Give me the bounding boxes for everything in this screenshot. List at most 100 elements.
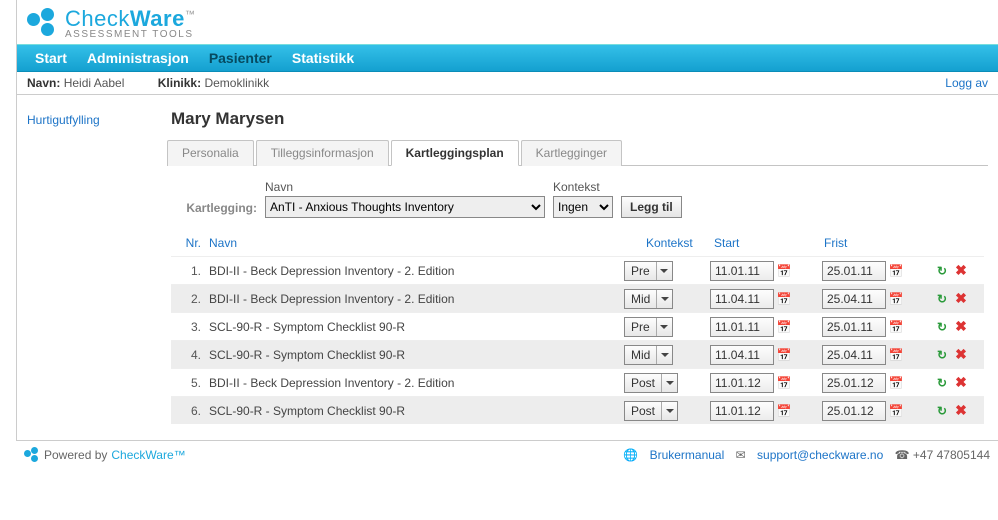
row-nr: 1.: [171, 264, 207, 278]
calendar-icon[interactable]: 📅: [776, 291, 792, 307]
row-start-input[interactable]: [710, 345, 774, 365]
row-end-input[interactable]: [822, 289, 886, 309]
row-name: BDI-II - Beck Depression Inventory - 2. …: [207, 264, 624, 278]
row-nr: 6.: [171, 404, 207, 418]
row-end-input[interactable]: [822, 345, 886, 365]
footer: Powered by CheckWare™ 🌐 Brukermanual ✉ s…: [16, 440, 998, 465]
table-row: 4.SCL-90-R - Symptom Checklist 90-RMid 📅 📅…: [171, 340, 984, 368]
kartlegging-label: Kartlegging:: [171, 201, 257, 218]
col-context-header[interactable]: Kontekst: [646, 236, 714, 250]
globe-icon: 🌐: [623, 448, 638, 462]
delete-icon[interactable]: ✖: [953, 403, 969, 419]
tab-kartlegginger[interactable]: Kartlegginger: [521, 140, 622, 166]
footer-brand: CheckWare™: [111, 448, 185, 462]
quickfill-link[interactable]: Hurtigutfylling: [27, 113, 100, 127]
nav-item-administrasjon[interactable]: Administrasjon: [77, 50, 199, 66]
row-start-input[interactable]: [710, 401, 774, 421]
row-nr: 4.: [171, 348, 207, 362]
manual-link[interactable]: Brukermanual: [650, 448, 725, 462]
refresh-icon[interactable]: ↻: [934, 263, 950, 279]
table-row: 3.SCL-90-R - Symptom Checklist 90-RPre 📅 📅…: [171, 312, 984, 340]
clinic-label: Klinikk:: [158, 76, 201, 90]
row-context-select[interactable]: Pre: [624, 317, 673, 337]
calendar-icon[interactable]: 📅: [776, 263, 792, 279]
footer-logo-icon: [24, 447, 40, 463]
row-end-input[interactable]: [822, 261, 886, 281]
row-context-select[interactable]: Pre: [624, 261, 673, 281]
delete-icon[interactable]: ✖: [953, 263, 969, 279]
delete-icon[interactable]: ✖: [953, 319, 969, 335]
refresh-icon[interactable]: ↻: [934, 319, 950, 335]
tab-personalia[interactable]: Personalia: [167, 140, 254, 166]
logoff-link[interactable]: Logg av: [945, 76, 988, 90]
phone-icon: ☎: [895, 448, 910, 462]
nav-item-start[interactable]: Start: [25, 50, 77, 66]
table-row: 6.SCL-90-R - Symptom Checklist 90-RPost 📅…: [171, 396, 984, 424]
brand-logo: CheckWare™ ASSESSMENT TOOLS: [17, 0, 998, 44]
delete-icon[interactable]: ✖: [953, 375, 969, 391]
calendar-icon[interactable]: 📅: [888, 403, 904, 419]
calendar-icon[interactable]: 📅: [776, 347, 792, 363]
calendar-icon[interactable]: 📅: [888, 291, 904, 307]
col-end-header[interactable]: Frist: [824, 236, 934, 250]
name-field-label: Navn: [265, 180, 545, 194]
page-title: Mary Marysen: [171, 109, 988, 129]
clinic-value: Demoklinikk: [204, 76, 269, 90]
row-name: SCL-90-R - Symptom Checklist 90-R: [207, 320, 624, 334]
row-end-input[interactable]: [822, 373, 886, 393]
row-start-input[interactable]: [710, 289, 774, 309]
row-nr: 5.: [171, 376, 207, 390]
phone-text: +47 47805144: [913, 448, 990, 462]
refresh-icon[interactable]: ↻: [934, 403, 950, 419]
info-bar: Navn: Heidi Aabel Klinikk: Demoklinikk L…: [17, 72, 998, 95]
table-row: 1.BDI-II - Beck Depression Inventory - 2…: [171, 256, 984, 284]
calendar-icon[interactable]: 📅: [888, 263, 904, 279]
col-name-header[interactable]: Navn: [207, 236, 646, 250]
tab-tilleggsinformasjon[interactable]: Tilleggsinformasjon: [256, 140, 389, 166]
row-nr: 2.: [171, 292, 207, 306]
col-start-header[interactable]: Start: [714, 236, 824, 250]
powered-by-label: Powered by: [44, 448, 107, 462]
plan-table: Nr. Navn Kontekst Start Frist 1.BDI-II -…: [171, 234, 984, 424]
row-end-input[interactable]: [822, 317, 886, 337]
row-name: SCL-90-R - Symptom Checklist 90-R: [207, 404, 624, 418]
table-row: 5.BDI-II - Beck Depression Inventory - 2…: [171, 368, 984, 396]
main-nav: StartAdministrasjonPasienterStatistikk: [17, 44, 998, 72]
context-select[interactable]: Ingen: [553, 196, 613, 218]
mail-icon: ✉: [736, 448, 746, 462]
calendar-icon[interactable]: 📅: [776, 319, 792, 335]
refresh-icon[interactable]: ↻: [934, 347, 950, 363]
refresh-icon[interactable]: ↻: [934, 375, 950, 391]
row-name: SCL-90-R - Symptom Checklist 90-R: [207, 348, 624, 362]
logo-icon: [27, 8, 59, 40]
calendar-icon[interactable]: 📅: [888, 347, 904, 363]
row-start-input[interactable]: [710, 373, 774, 393]
calendar-icon[interactable]: 📅: [888, 319, 904, 335]
row-context-select[interactable]: Mid: [624, 289, 673, 309]
row-context-select[interactable]: Post: [624, 373, 678, 393]
nav-item-pasienter[interactable]: Pasienter: [199, 50, 282, 66]
row-start-input[interactable]: [710, 317, 774, 337]
row-start-input[interactable]: [710, 261, 774, 281]
tab-kartleggingsplan[interactable]: Kartleggingsplan: [391, 140, 519, 166]
calendar-icon[interactable]: 📅: [776, 403, 792, 419]
context-field-label: Kontekst: [553, 180, 613, 194]
add-button[interactable]: Legg til: [621, 196, 682, 218]
row-context-select[interactable]: Post: [624, 401, 678, 421]
row-nr: 3.: [171, 320, 207, 334]
support-link[interactable]: support@checkware.no: [757, 448, 883, 462]
calendar-icon[interactable]: 📅: [888, 375, 904, 391]
delete-icon[interactable]: ✖: [953, 291, 969, 307]
nav-item-statistikk[interactable]: Statistikk: [282, 50, 364, 66]
row-name: BDI-II - Beck Depression Inventory - 2. …: [207, 376, 624, 390]
refresh-icon[interactable]: ↻: [934, 291, 950, 307]
row-end-input[interactable]: [822, 401, 886, 421]
name-value: Heidi Aabel: [64, 76, 125, 90]
calendar-icon[interactable]: 📅: [776, 375, 792, 391]
assessment-name-select[interactable]: AnTI - Anxious Thoughts Inventory: [265, 196, 545, 218]
col-nr-header[interactable]: Nr.: [171, 236, 207, 250]
row-name: BDI-II - Beck Depression Inventory - 2. …: [207, 292, 624, 306]
tab-bar: PersonaliaTilleggsinformasjonKartlegging…: [167, 139, 988, 166]
delete-icon[interactable]: ✖: [953, 347, 969, 363]
row-context-select[interactable]: Mid: [624, 345, 673, 365]
